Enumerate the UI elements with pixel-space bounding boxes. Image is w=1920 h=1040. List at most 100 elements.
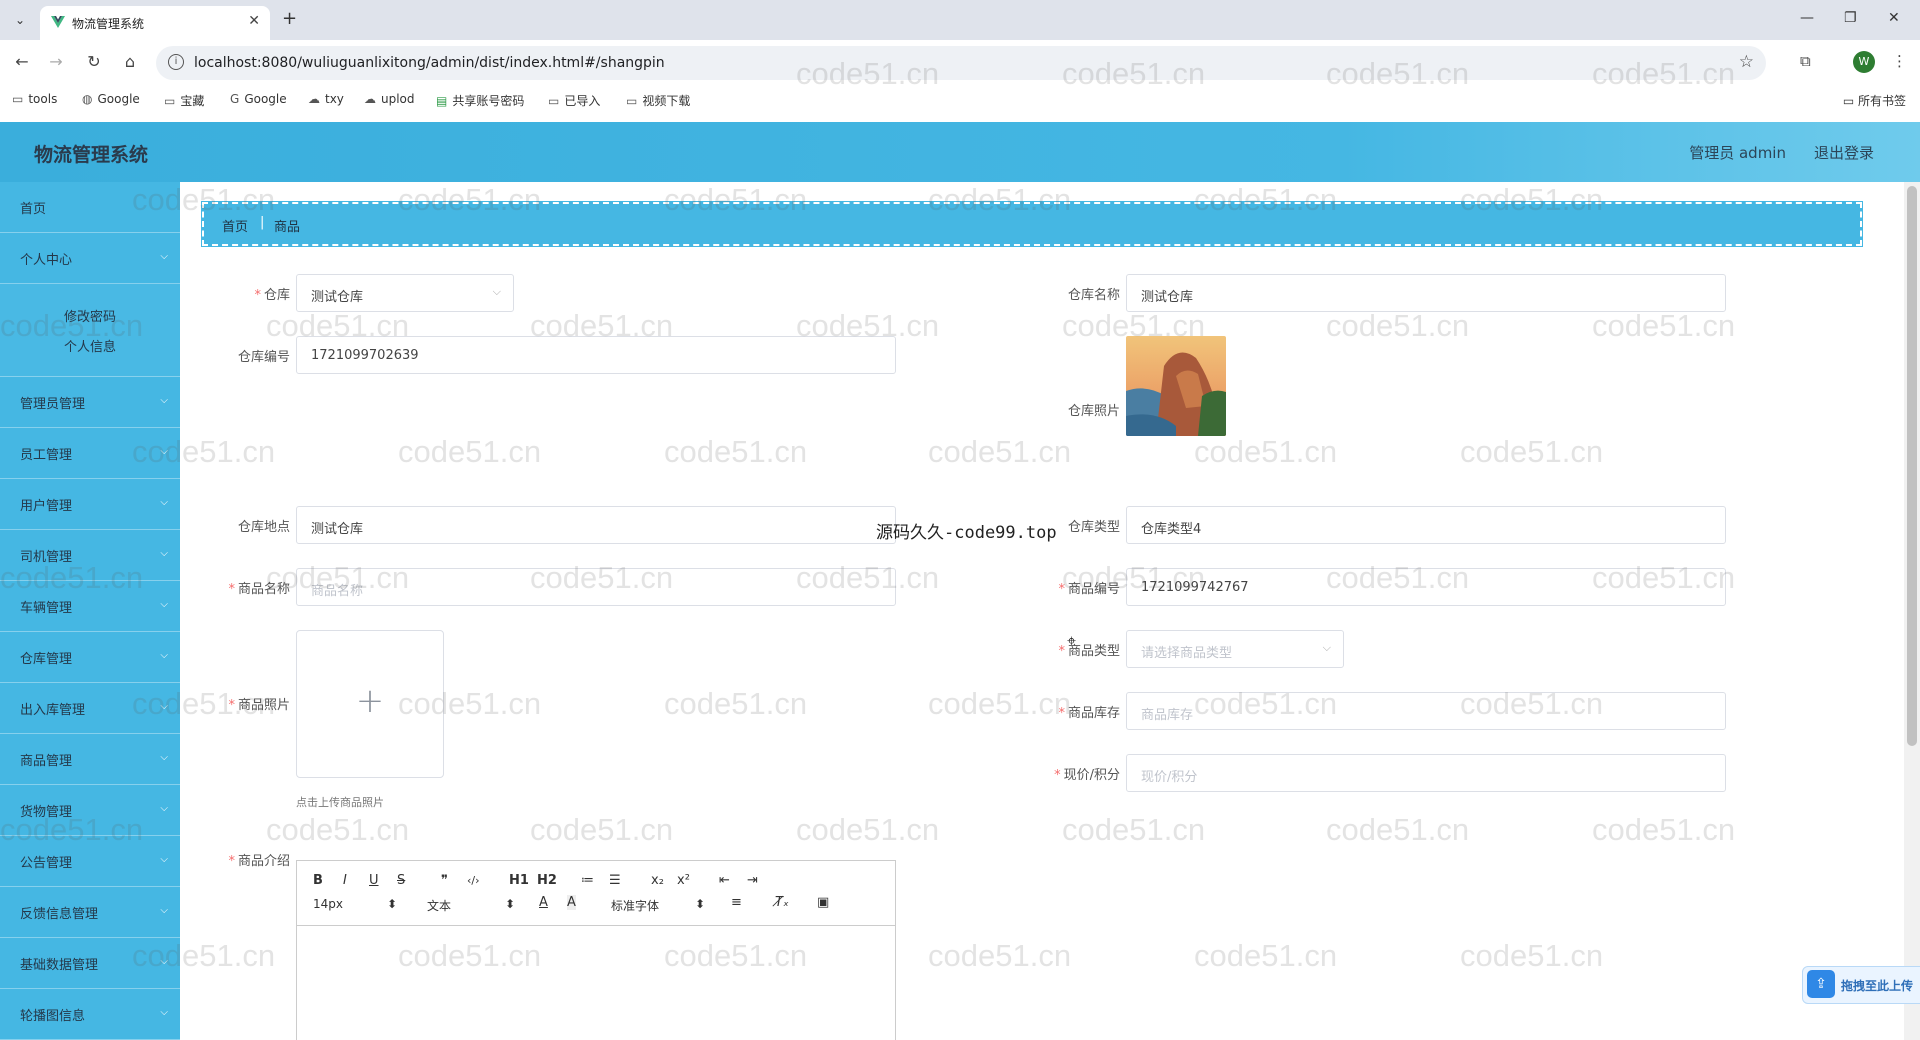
bookmark-item[interactable]: ▭ 宝藏	[164, 92, 204, 109]
browser-menu-icon[interactable]: ⋮	[1892, 52, 1907, 70]
bookmark-item[interactable]: ▭ tools	[12, 92, 57, 106]
floating-upload-widget[interactable]: ⇪ 拖拽至此上传	[1802, 966, 1920, 1004]
sidebar-item-vehicle-management[interactable]: 车辆管理 ⌵	[0, 581, 180, 632]
bold-button[interactable]: B	[313, 873, 323, 888]
product-stock-input[interactable]: 商品库存	[1126, 692, 1726, 730]
warehouse-type-field[interactable]: 仓库类型4	[1126, 506, 1726, 544]
underline-button[interactable]: U	[369, 873, 379, 888]
background-color-icon[interactable]: A	[567, 895, 576, 910]
chevron-down-icon: ⌵	[160, 650, 168, 661]
forward-icon[interactable]: →	[46, 52, 66, 71]
extensions-icon[interactable]: ⧉	[1800, 52, 1811, 70]
folder-icon: ▭	[1842, 94, 1858, 108]
window-close-icon[interactable]: ✕	[1888, 10, 1900, 26]
sidebar-item-admin-management[interactable]: 管理员管理 ⌵	[0, 377, 180, 428]
warehouse-select[interactable]: 测试仓库 ⌵	[296, 274, 514, 312]
chevron-down-icon: ⌵	[160, 599, 168, 610]
product-name-input[interactable]: 商品名称	[296, 568, 896, 606]
sidebar-item-home[interactable]: 首页	[0, 182, 180, 233]
superscript-button[interactable]: x²	[677, 873, 690, 888]
bookmark-item[interactable]: ☁ uplod	[364, 92, 415, 106]
font-color-icon[interactable]: A	[539, 895, 548, 910]
blockquote-icon[interactable]: ❞	[441, 873, 448, 888]
warehouse-location-field[interactable]: 测试仓库	[296, 506, 896, 544]
subscript-button[interactable]: x₂	[651, 873, 664, 888]
new-tab-icon[interactable]: +	[282, 8, 297, 29]
font-family-select[interactable]: 标准字体 ⬍	[611, 897, 705, 914]
breadcrumb-current: 商品	[274, 220, 301, 235]
bookmark-star-icon[interactable]: ☆	[1739, 52, 1754, 72]
sidebar-item-warehouse-management[interactable]: 仓库管理 ⌵	[0, 632, 180, 683]
product-photo-upload[interactable]: +	[296, 630, 444, 778]
italic-button[interactable]: I	[343, 873, 347, 888]
cloud-icon: ☁	[364, 92, 376, 106]
cliff-landscape-image	[1126, 336, 1226, 436]
home-icon[interactable]: ⌂	[120, 52, 140, 71]
align-icon[interactable]: ≡	[731, 895, 742, 910]
bookmark-item[interactable]: G Google	[230, 92, 287, 106]
tab-close-icon[interactable]: ✕	[248, 13, 260, 29]
address-url[interactable]: localhost:8080/wuliuguanlixitong/admin/d…	[194, 55, 665, 71]
image-icon[interactable]: ▣	[817, 895, 829, 910]
sidebar-item-goods-management[interactable]: 货物管理 ⌵	[0, 785, 180, 836]
strike-button[interactable]: S	[397, 873, 405, 888]
sidebar-subitem-change-password[interactable]: 修改密码	[0, 306, 180, 325]
logout-link[interactable]: 退出登录	[1814, 142, 1874, 163]
tab-list-chevron-icon[interactable]: ⌄	[8, 8, 32, 32]
bookmark-item[interactable]: ▭ 视频下载	[626, 92, 690, 109]
sidebar-item-personal-center[interactable]: 个人中心 ⌵	[0, 233, 180, 284]
bookmark-item[interactable]: ▭ 已导入	[548, 92, 600, 109]
site-info-icon[interactable]: i	[168, 54, 184, 70]
code-block-icon[interactable]: ‹/›	[467, 874, 480, 887]
folder-icon: ▭	[626, 94, 638, 108]
warehouse-label: * 仓库	[254, 288, 290, 303]
indent-icon[interactable]: ⇥	[747, 873, 758, 888]
editor-toolbar: B I U S ❞ ‹/› H1 H2 ≔ ☰ x₂ x² ⇤ ⇥ 14px ⬍ …	[297, 861, 895, 926]
warehouse-code-field[interactable]: 1721099702639	[296, 336, 896, 374]
clear-format-icon[interactable]: T̸ₓ	[775, 895, 789, 910]
bullet-list-icon[interactable]: ☰	[609, 873, 621, 888]
font-size-select[interactable]: 14px ⬍	[313, 897, 397, 911]
scrollbar-thumb[interactable]	[1907, 186, 1917, 746]
browser-tab[interactable]: 物流管理系统 ✕	[40, 6, 270, 40]
chevron-down-icon: ⌵	[160, 251, 168, 262]
sidebar-item-driver-management[interactable]: 司机管理 ⌵	[0, 530, 180, 581]
sidebar-item-basic-data-management[interactable]: 基础数据管理 ⌵	[0, 938, 180, 989]
chevron-down-icon: ⌵	[160, 548, 168, 559]
bookmark-item[interactable]: ▤ 共享账号密码	[436, 92, 524, 109]
price-points-input[interactable]: 现价/积分	[1126, 754, 1726, 792]
chevron-down-icon: ⌵	[160, 905, 168, 916]
sidebar-item-staff-management[interactable]: 员工管理 ⌵	[0, 428, 180, 479]
sidebar-item-product-management[interactable]: 商品管理 ⌵	[0, 734, 180, 785]
outdent-icon[interactable]: ⇤	[719, 873, 730, 888]
sidebar-item-user-management[interactable]: 用户管理 ⌵	[0, 479, 180, 530]
warehouse-name-field[interactable]: 测试仓库	[1126, 274, 1726, 312]
sidebar-item-label: 公告管理	[20, 856, 73, 871]
format-select[interactable]: 文本 ⬍	[427, 897, 515, 914]
chevron-down-icon: ⌵	[1322, 641, 1331, 654]
h1-button[interactable]: H1	[509, 873, 529, 888]
address-bar[interactable]: i localhost:8080/wuliuguanlixitong/admin…	[156, 46, 1766, 80]
reload-icon[interactable]: ↻	[84, 52, 104, 71]
restore-icon[interactable]: ❐	[1844, 10, 1857, 26]
product-type-select[interactable]: 请选择商品类型 ⌵	[1126, 630, 1344, 668]
sidebar-item-inout-management[interactable]: 出入库管理 ⌵	[0, 683, 180, 734]
profile-avatar[interactable]: W	[1853, 51, 1875, 73]
sidebar-item-notice-management[interactable]: 公告管理 ⌵	[0, 836, 180, 887]
minimize-icon[interactable]: —	[1800, 10, 1814, 26]
main-content: 首页 | 商品 * 仓库 测试仓库 ⌵ 仓库名称 测试仓库 仓库编号 172109…	[180, 182, 1904, 1040]
h2-button[interactable]: H2	[537, 873, 557, 888]
breadcrumb-home[interactable]: 首页	[222, 216, 248, 235]
cloud-upload-icon: ⇪	[1807, 970, 1835, 998]
bookmark-item[interactable]: ☁ txy	[308, 92, 344, 106]
sidebar-subitem-personal-info[interactable]: 个人信息	[0, 336, 180, 355]
back-icon[interactable]: ←	[12, 52, 32, 71]
sidebar-item-feedback-management[interactable]: 反馈信息管理 ⌵	[0, 887, 180, 938]
all-bookmarks[interactable]: ▭ 所有书签	[1843, 92, 1906, 109]
warehouse-photo[interactable]	[1126, 336, 1226, 436]
ordered-list-icon[interactable]: ≔	[581, 873, 594, 888]
sidebar-item-carousel-info[interactable]: 轮播图信息 ⌵	[0, 989, 180, 1040]
bookmark-item[interactable]: ◍ Google	[82, 92, 140, 106]
warehouse-code-label: 仓库编号	[237, 350, 290, 365]
product-code-input[interactable]: 1721099742767	[1126, 568, 1726, 606]
